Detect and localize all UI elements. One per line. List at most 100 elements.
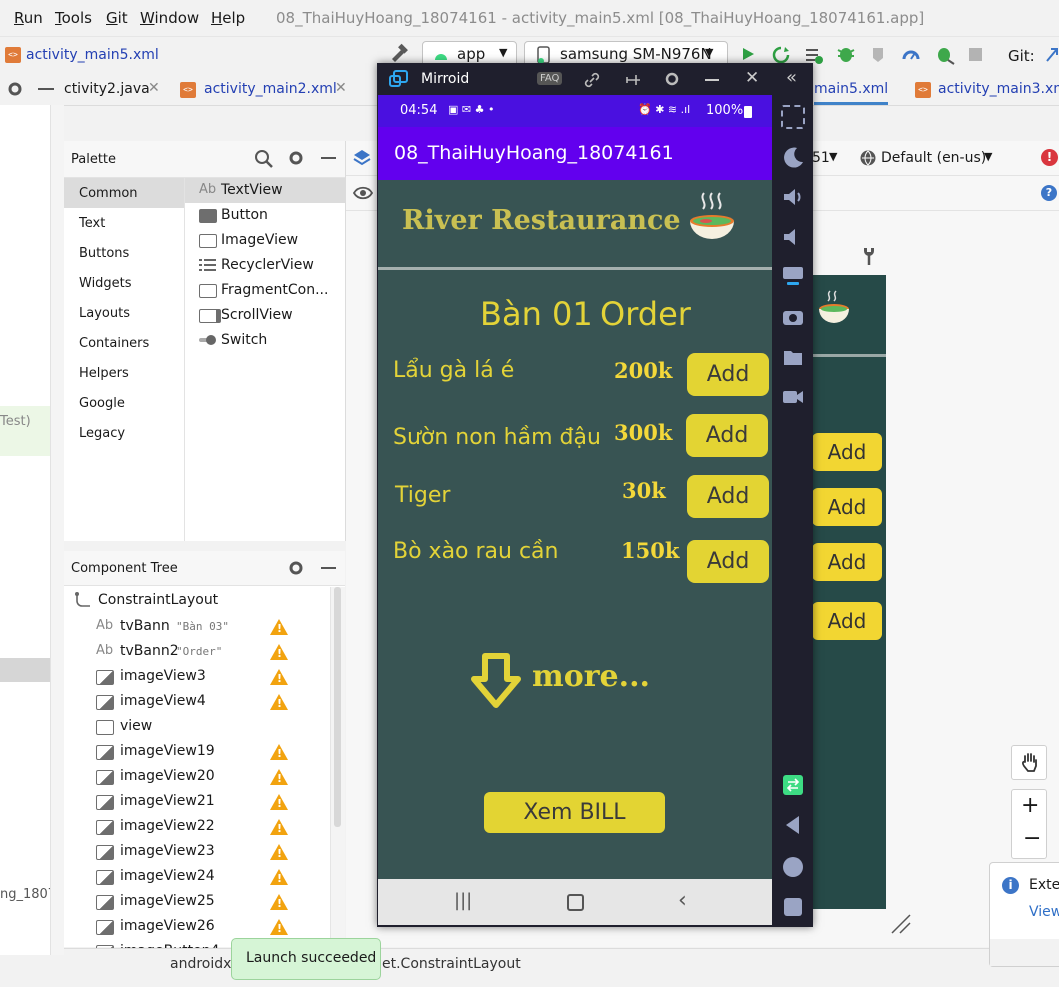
- breadcrumb-right[interactable]: et.ConstraintLayout: [382, 956, 521, 972]
- category-text[interactable]: Text: [79, 216, 105, 231]
- build-hammer-icon[interactable]: [388, 43, 410, 65]
- warning-icon[interactable]: !: [270, 769, 288, 785]
- stop-icon[interactable]: [969, 48, 982, 61]
- menu-git[interactable]: Git: [106, 9, 128, 27]
- preview-add-button-1[interactable]: Add: [812, 433, 882, 471]
- palette-item-imageview[interactable]: ImageView: [221, 232, 298, 248]
- category-google[interactable]: Google: [79, 396, 125, 411]
- api-level-label[interactable]: 51: [812, 150, 830, 166]
- zoom-in-icon[interactable]: +: [1021, 793, 1039, 818]
- palette-item-scrollview[interactable]: ScrollView: [221, 307, 293, 323]
- wrench-icon[interactable]: [861, 246, 877, 266]
- tree-node[interactable]: imageView22!: [64, 816, 328, 840]
- recents-icon[interactable]: |||: [454, 890, 472, 911]
- tab-activity2-java[interactable]: ctivity2.java: [64, 81, 150, 97]
- palette-item-button[interactable]: Button: [221, 207, 268, 223]
- category-legacy[interactable]: Legacy: [79, 426, 125, 441]
- preview-add-button-4[interactable]: Add: [812, 602, 882, 640]
- tree-scrollbar[interactable]: [330, 587, 345, 947]
- locale-select[interactable]: Default (en-us): [881, 150, 986, 166]
- nav-back-icon[interactable]: [781, 813, 805, 837]
- git-update-arrow-icon[interactable]: [1043, 45, 1059, 65]
- tree-node[interactable]: imageView24!: [64, 866, 328, 890]
- close-icon[interactable]: ✕: [335, 80, 347, 96]
- warning-icon[interactable]: !: [270, 744, 288, 760]
- hide-icon[interactable]: [38, 88, 54, 90]
- minimize-icon[interactable]: [321, 567, 336, 569]
- back-icon[interactable]: ‹: [678, 888, 687, 913]
- debug-icon[interactable]: [836, 44, 856, 64]
- category-buttons[interactable]: Buttons: [79, 246, 129, 261]
- help-icon[interactable]: ?: [1041, 185, 1057, 201]
- video-record-icon[interactable]: [781, 385, 805, 409]
- scrollbar[interactable]: [50, 105, 64, 955]
- category-common[interactable]: Common: [79, 186, 138, 201]
- tree-node[interactable]: imageView25!: [64, 891, 328, 915]
- down-arrow-icon[interactable]: [470, 653, 522, 709]
- gear-icon[interactable]: [287, 559, 305, 577]
- palette-item-switch[interactable]: Switch: [221, 332, 267, 348]
- faq-badge[interactable]: FAQ: [537, 72, 563, 85]
- tab-activity-main3[interactable]: activity_main3.xml: [938, 81, 1059, 97]
- eye-icon[interactable]: [353, 185, 373, 201]
- home-icon[interactable]: [567, 894, 584, 911]
- pin-icon[interactable]: [623, 71, 641, 89]
- warning-icon[interactable]: !: [270, 644, 288, 660]
- more-link[interactable]: more...: [532, 659, 650, 694]
- collapse-icon[interactable]: «: [786, 67, 797, 88]
- palette-item-recyclerview[interactable]: RecyclerView: [221, 257, 314, 273]
- tree-node[interactable]: view: [64, 716, 328, 740]
- breadcrumb-left[interactable]: androidx: [170, 956, 231, 972]
- palette-item-fragmentcontainer[interactable]: FragmentCon...: [221, 282, 328, 298]
- gear-icon[interactable]: [287, 149, 305, 167]
- menu-run[interactable]: Run: [14, 9, 43, 27]
- apply-changes-icon[interactable]: [771, 45, 791, 65]
- tree-root-constraintlayout[interactable]: ConstraintLayout: [98, 592, 218, 608]
- warning-icon[interactable]: !: [270, 669, 288, 685]
- tree-node[interactable]: Ab tvBann2 "Order"!: [64, 641, 328, 665]
- category-helpers[interactable]: Helpers: [79, 366, 129, 381]
- tree-node[interactable]: imageView4!: [64, 691, 328, 715]
- camera-icon[interactable]: [781, 305, 805, 329]
- tab-activity-main5[interactable]: main5.xml: [814, 81, 889, 105]
- tree-node[interactable]: imageView21!: [64, 791, 328, 815]
- category-containers[interactable]: Containers: [79, 336, 149, 351]
- zoom-out-icon[interactable]: −: [1023, 826, 1041, 851]
- warning-icon[interactable]: !: [270, 919, 288, 935]
- run-icon[interactable]: [740, 46, 756, 62]
- screenshot-region-icon[interactable]: [781, 105, 805, 129]
- keyboard-icon[interactable]: [781, 263, 805, 287]
- warning-icon[interactable]: !: [270, 794, 288, 810]
- tree-node[interactable]: imageView23!: [64, 841, 328, 865]
- view-bill-button[interactable]: Xem BILL: [484, 792, 665, 833]
- attach-debugger-icon[interactable]: [934, 44, 956, 66]
- menu-window[interactable]: Window: [140, 9, 199, 27]
- notification-link[interactable]: View: [1029, 904, 1059, 920]
- tree-node[interactable]: Ab tvBann "Bàn 03"!: [64, 616, 328, 640]
- warning-icon[interactable]: !: [270, 694, 288, 710]
- moon-icon[interactable]: [781, 145, 805, 169]
- add-button-3[interactable]: Add: [687, 475, 769, 518]
- warning-icon[interactable]: !: [270, 844, 288, 860]
- current-file-label[interactable]: activity_main5.xml: [26, 47, 159, 63]
- warning-icon[interactable]: !: [270, 619, 288, 635]
- category-widgets[interactable]: Widgets: [79, 276, 132, 291]
- error-icon[interactable]: !: [1041, 149, 1058, 166]
- add-button-4[interactable]: Add: [687, 540, 769, 583]
- menu-help[interactable]: Help: [211, 9, 245, 27]
- app-install-icon[interactable]: [781, 773, 805, 797]
- category-layouts[interactable]: Layouts: [79, 306, 130, 321]
- layers-icon[interactable]: [352, 148, 372, 168]
- settings-icon[interactable]: [663, 70, 681, 88]
- preview-add-button-2[interactable]: Add: [812, 488, 882, 526]
- tree-node[interactable]: imageView19!: [64, 741, 328, 765]
- minimize-icon[interactable]: [705, 79, 719, 81]
- search-icon[interactable]: [254, 149, 274, 169]
- nav-home-icon[interactable]: [781, 855, 805, 879]
- warning-icon[interactable]: !: [270, 894, 288, 910]
- profile-icon[interactable]: [869, 45, 889, 65]
- pan-hand-button[interactable]: [1011, 745, 1047, 780]
- close-icon[interactable]: ✕: [148, 80, 160, 96]
- menu-tools[interactable]: Tools: [55, 9, 92, 27]
- resize-handle-icon[interactable]: [888, 911, 912, 935]
